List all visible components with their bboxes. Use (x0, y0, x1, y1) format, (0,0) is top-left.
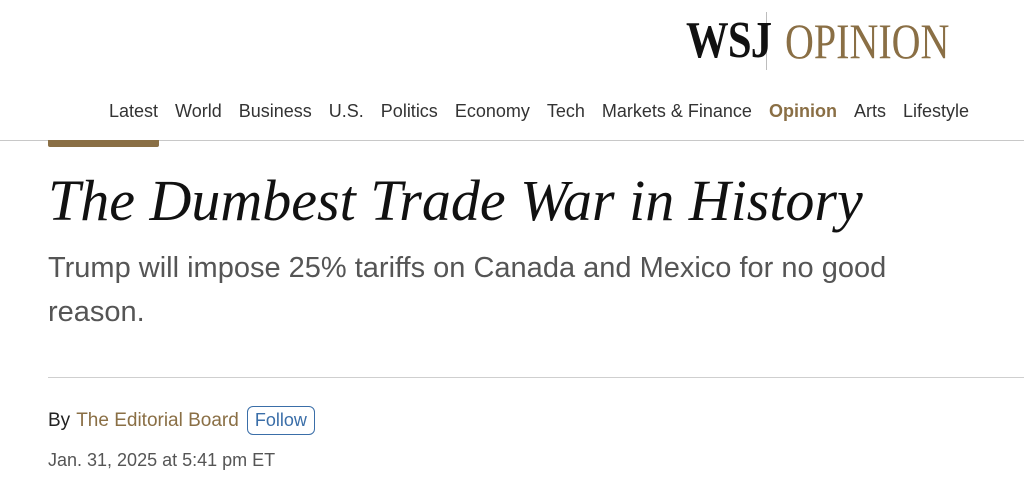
section-nav: Latest World Business U.S. Politics Econ… (109, 96, 1024, 126)
publish-timestamp: Jan. 31, 2025 at 5:41 pm ET (48, 450, 276, 470)
nav-item-tech[interactable]: Tech (547, 101, 585, 122)
nav-item-us[interactable]: U.S. (329, 101, 364, 122)
follow-button[interactable]: Follow (246, 406, 315, 435)
article-dek: Trump will impose 25% tariffs on Canada … (48, 252, 887, 328)
nav-item-arts[interactable]: Arts (854, 101, 886, 122)
wsj-logo[interactable]: WSJ (686, 15, 772, 67)
nav-item-politics[interactable]: Politics (381, 101, 438, 122)
nav-item-opinion[interactable]: Opinion (769, 101, 837, 122)
article-headline: The Dumbest Trade War in History (48, 168, 863, 233)
nav-item-world[interactable]: World (175, 101, 222, 122)
nav-item-lifestyle[interactable]: Lifestyle (903, 101, 969, 122)
masthead-logo[interactable]: WSJ OPINION (686, 10, 991, 72)
author-link[interactable]: The Editorial Board (76, 410, 239, 432)
nav-item-business[interactable]: Business (239, 101, 312, 122)
nav-item-latest[interactable]: Latest (109, 101, 158, 122)
byline-divider (48, 377, 1024, 378)
nav-item-markets-finance[interactable]: Markets & Finance (602, 101, 752, 122)
byline: By The Editorial Board Follow (48, 406, 315, 435)
nav-item-economy[interactable]: Economy (455, 101, 530, 122)
opinion-section-logo[interactable]: OPINION (785, 16, 949, 66)
byline-prefix: By (48, 409, 71, 431)
opinion-flag-bar (48, 140, 159, 147)
